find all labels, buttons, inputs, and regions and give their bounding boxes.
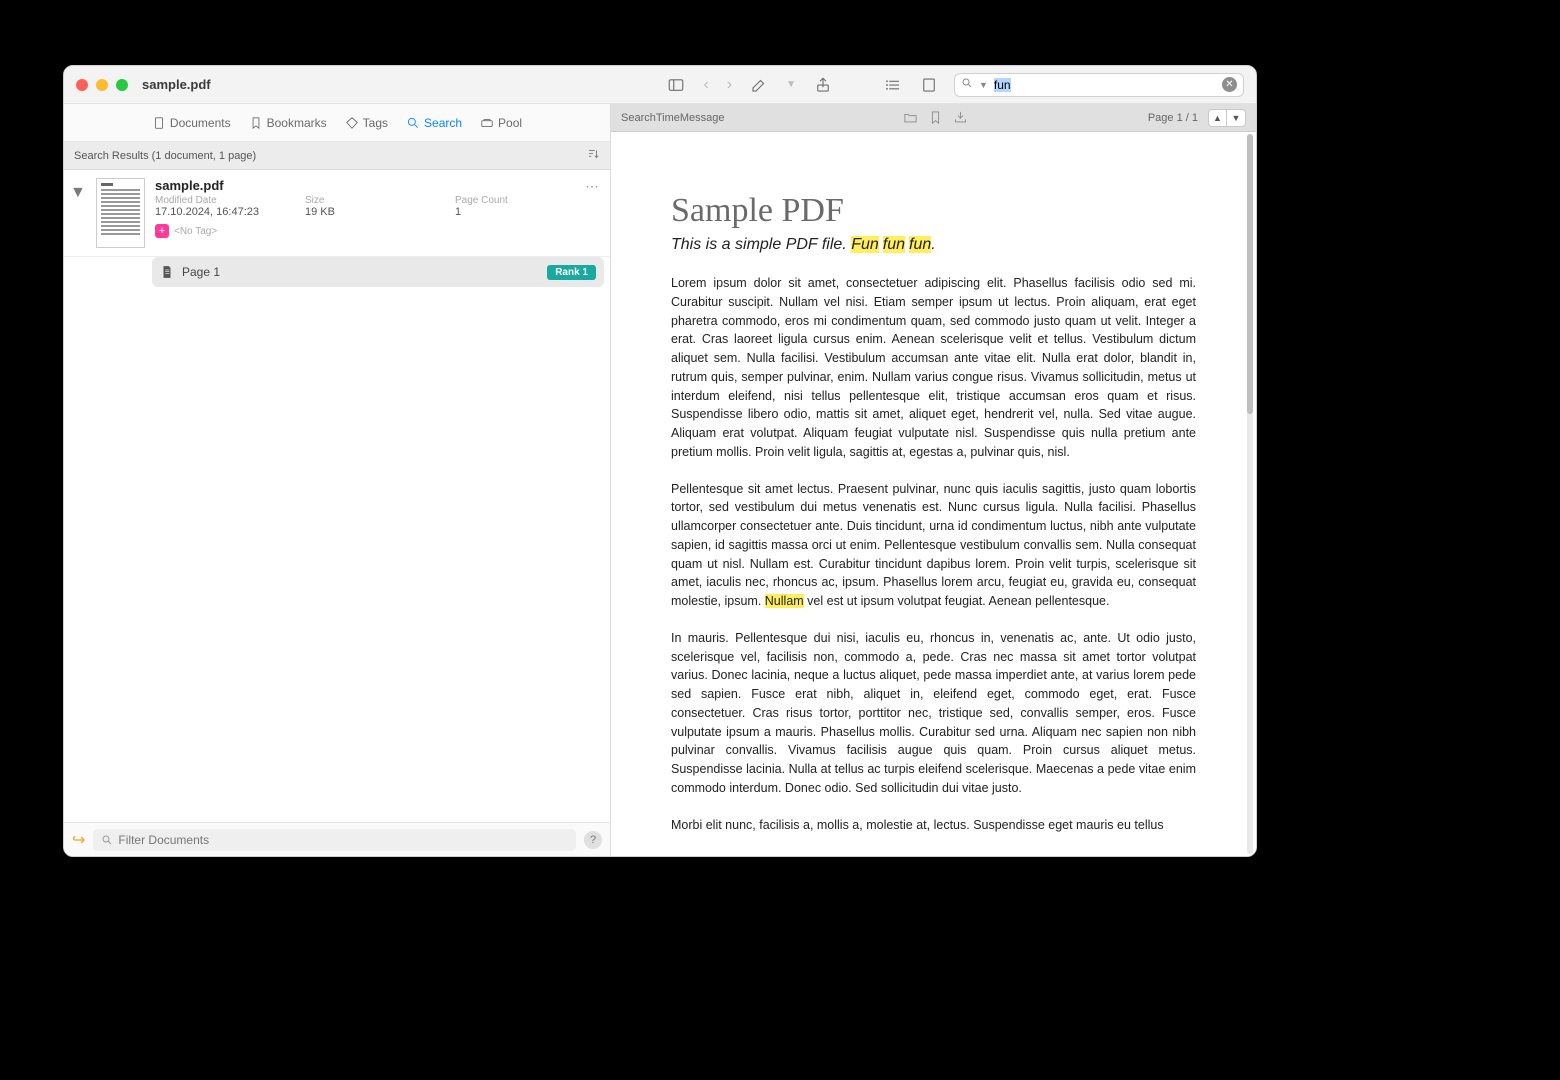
search-value: fun <box>994 78 1011 92</box>
left-footer: ↪ ? <box>64 822 610 856</box>
result-page-row[interactable]: Page 1 Rank 1 <box>152 257 604 287</box>
page-indicator: Page 1 / 1 <box>1148 112 1198 124</box>
filter-input[interactable] <box>118 833 568 847</box>
expand-chevron-icon[interactable]: ▼ <box>70 178 86 248</box>
clear-search-button[interactable]: ✕ <box>1222 77 1237 92</box>
minimize-window-button[interactable] <box>96 79 108 91</box>
reveal-arrow-icon[interactable]: ↪ <box>72 830 85 850</box>
document-paragraph: Pellentesque sit amet lectus. Praesent p… <box>671 480 1196 611</box>
no-tag-label: <No Tag> <box>174 226 217 237</box>
document-subtitle: This is a simple PDF file. Fun fun fun. <box>671 236 1196 254</box>
left-pane: Documents Bookmarks Tags Search Pool Sea… <box>64 104 611 856</box>
result-filename: sample.pdf <box>155 178 575 193</box>
size-label: Size <box>305 195 425 206</box>
search-results-header: Search Results (1 document, 1 page) <box>64 142 610 170</box>
tab-tags[interactable]: Tags <box>345 116 388 130</box>
edit-icon[interactable] <box>748 74 770 96</box>
size-value: 19 KB <box>305 206 335 218</box>
tab-bookmarks[interactable]: Bookmarks <box>249 116 327 130</box>
fullscreen-window-button[interactable] <box>116 79 128 91</box>
pagecount-label: Page Count <box>455 195 575 206</box>
search-scope-chevron-icon[interactable]: ▼ <box>977 80 990 90</box>
document-paragraph: Lorem ipsum dolor sit amet, consectetuer… <box>671 274 1196 462</box>
tab-documents[interactable]: Documents <box>152 116 231 130</box>
nav-back-button[interactable]: ‹ <box>701 76 710 94</box>
scrollbar-thumb[interactable] <box>1247 134 1253 414</box>
modified-label: Modified Date <box>155 195 275 206</box>
search-results-count: Search Results (1 document, 1 page) <box>74 150 256 162</box>
result-row[interactable]: ▼ sample.pdf Modified Date17.10.2024, 16… <box>64 170 610 257</box>
page-view-icon[interactable] <box>918 74 940 96</box>
result-page-label: Page 1 <box>182 265 220 279</box>
document-view[interactable]: Sample PDF This is a simple PDF file. Fu… <box>611 132 1256 856</box>
document-thumbnail <box>96 178 145 248</box>
traffic-lights <box>76 79 128 91</box>
left-tabs: Documents Bookmarks Tags Search Pool <box>64 104 610 142</box>
pagecount-value: 1 <box>455 206 461 218</box>
search-time-message: SearchTimeMessage <box>621 112 725 124</box>
sort-button[interactable] <box>586 147 600 164</box>
document-title: Sample PDF <box>671 192 1196 230</box>
list-view-icon[interactable] <box>882 74 904 96</box>
bookmark-icon[interactable] <box>928 110 943 125</box>
page-prev-button[interactable]: ▲ <box>1209 110 1227 126</box>
page-nav-buttons: ▲ ▼ <box>1208 109 1246 127</box>
page-icon <box>160 265 174 279</box>
nav-forward-button[interactable]: › <box>725 76 734 94</box>
filter-search-icon <box>101 834 113 846</box>
window-title: sample.pdf <box>142 77 211 92</box>
share-icon[interactable] <box>812 74 834 96</box>
titlebar: sample.pdf ‹ › ▼ ▼ fun ✕ <box>64 66 1256 104</box>
search-icon <box>961 76 973 94</box>
tab-search[interactable]: Search <box>406 116 462 130</box>
sidebar-toggle-icon[interactable] <box>665 74 687 96</box>
document-paragraph: Morbi elit nunc, facilisis a, mollis a, … <box>671 816 1196 835</box>
document-paragraph: In mauris. Pellentesque dui nisi, iaculi… <box>671 629 1196 798</box>
search-field[interactable]: ▼ fun ✕ <box>954 73 1244 97</box>
modified-value: 17.10.2024, 16:47:23 <box>155 206 259 218</box>
document-subbar: SearchTimeMessage Page 1 / 1 ▲ ▼ <box>611 104 1256 132</box>
download-tray-icon[interactable] <box>953 110 968 125</box>
filter-documents-input[interactable] <box>93 829 576 851</box>
reveal-folder-icon[interactable] <box>903 110 918 125</box>
page-next-button[interactable]: ▼ <box>1227 110 1245 126</box>
right-pane: SearchTimeMessage Page 1 / 1 ▲ ▼ Sample … <box>611 104 1256 856</box>
help-button[interactable]: ? <box>584 831 602 849</box>
rank-badge: Rank 1 <box>547 265 596 280</box>
edit-dropdown-chevron-icon[interactable]: ▼ <box>784 79 798 90</box>
app-window: sample.pdf ‹ › ▼ ▼ fun ✕ Documents Book <box>63 65 1257 857</box>
add-tag-button[interactable]: + <box>155 224 169 238</box>
tab-pool[interactable]: Pool <box>480 116 522 130</box>
result-more-button[interactable]: ⋯ <box>585 178 600 248</box>
close-window-button[interactable] <box>76 79 88 91</box>
